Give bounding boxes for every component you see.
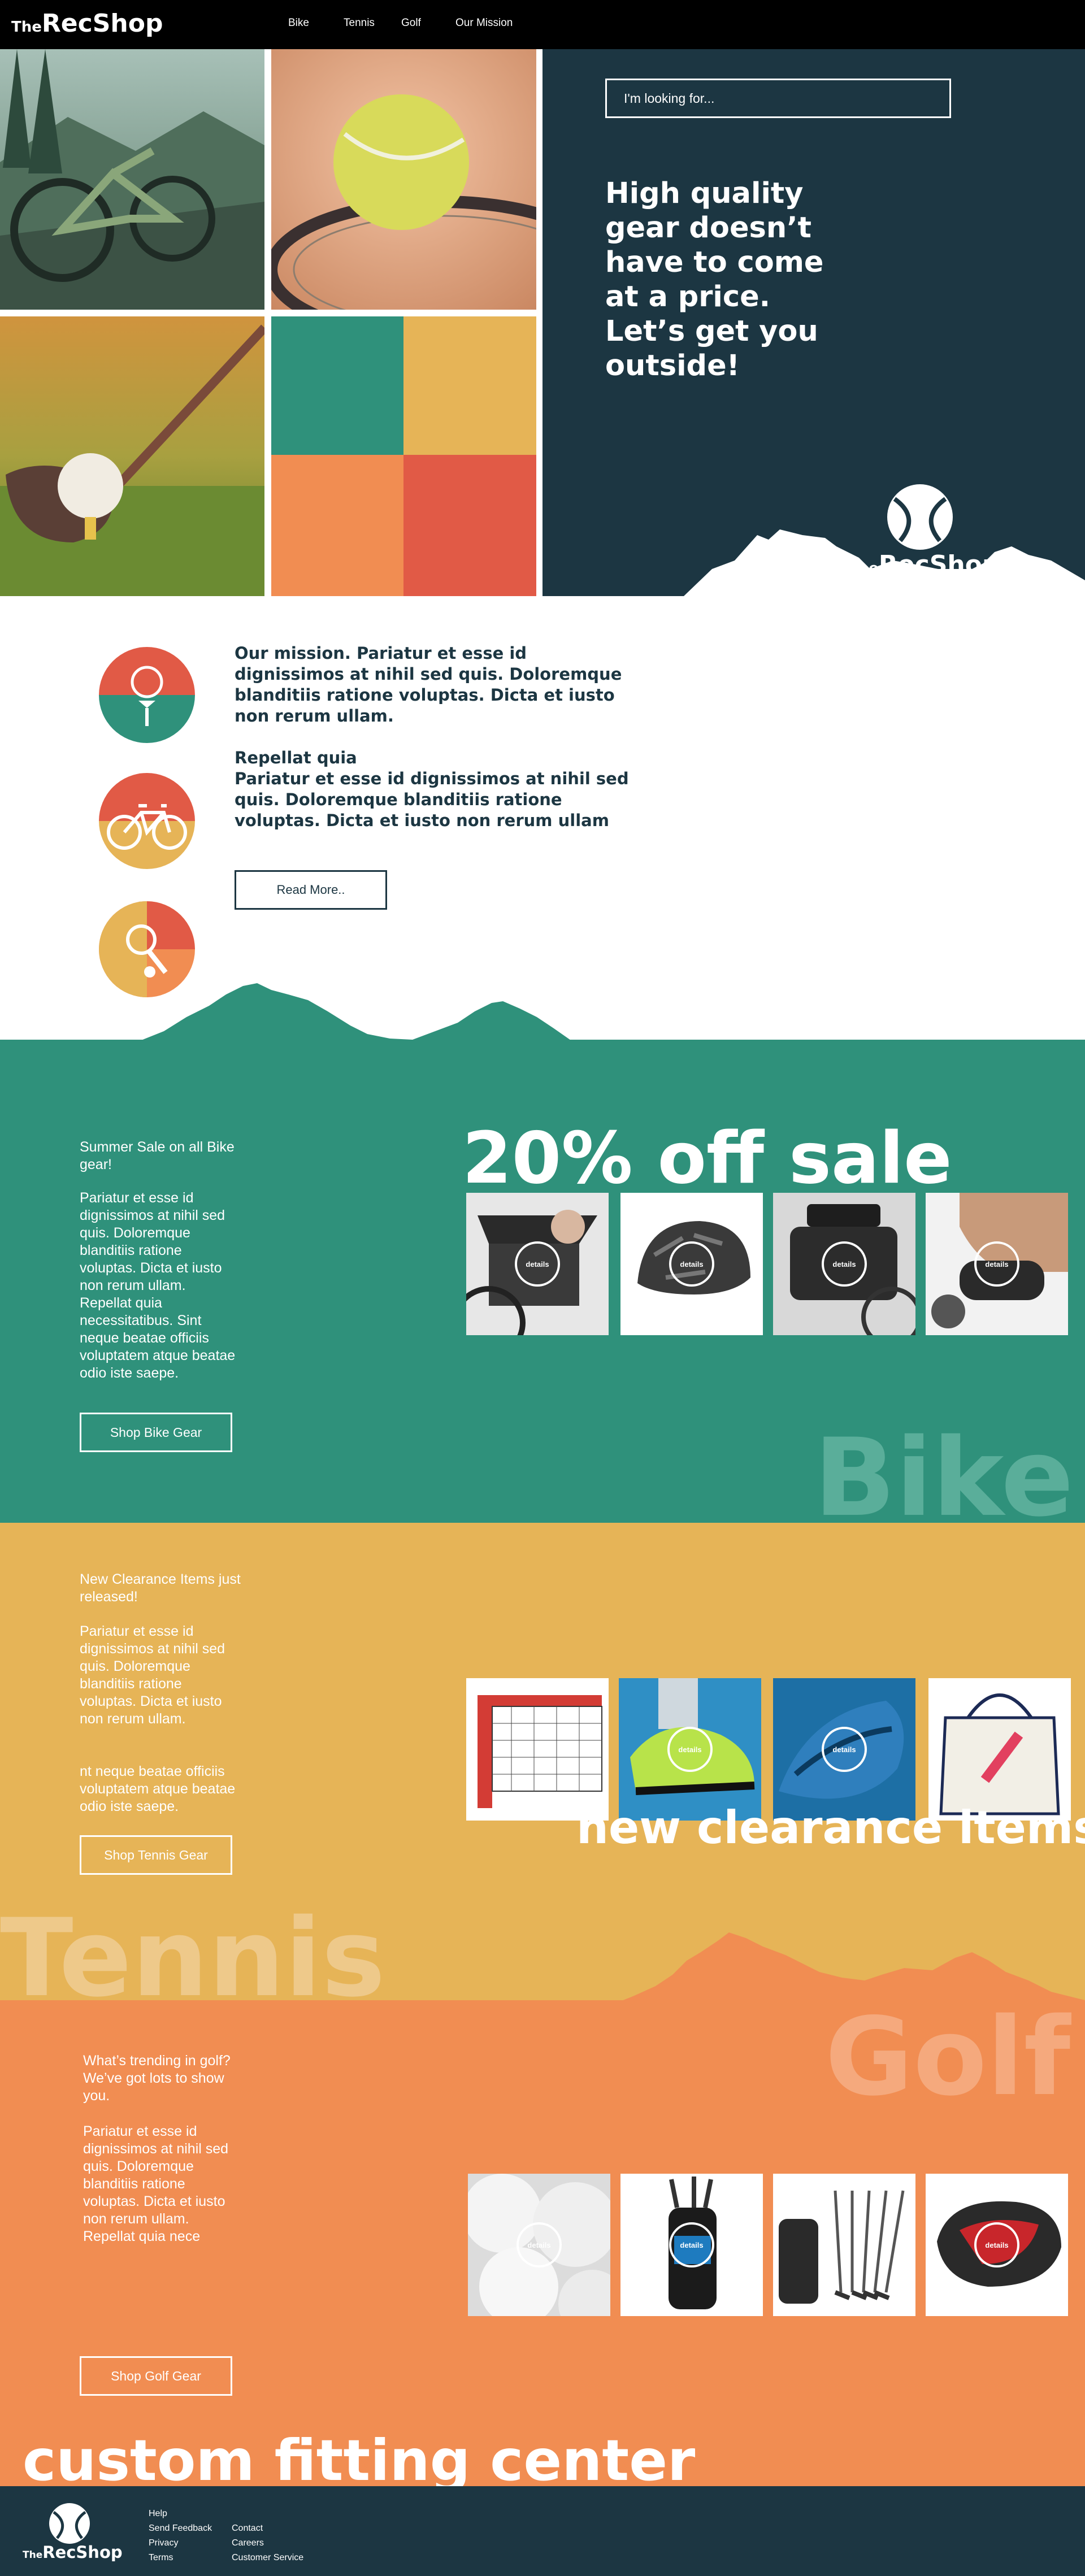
footer-brand-logo[interactable]: TheRecShop xyxy=(23,2543,123,2562)
details-button[interactable]: details xyxy=(822,1241,867,1287)
search-input[interactable] xyxy=(605,79,951,118)
top-nav: TheRecShop Bike Tennis Golf Our Mission xyxy=(0,0,1085,49)
golf-body: Pariatur et esse id dignissimos at nihil… xyxy=(83,2123,229,2244)
footer-tennis-ball-logo-icon xyxy=(49,2503,90,2544)
footer-link-careers[interactable]: Careers xyxy=(232,2536,303,2551)
hero-color-block-red xyxy=(403,455,536,596)
details-button[interactable]: details xyxy=(669,1241,714,1287)
hero-color-block-orange xyxy=(271,455,403,596)
footer: TheRecShop Help Send Feedback Privacy Te… xyxy=(0,2486,1085,2576)
bike-section: Bike Summer Sale on all Bike gear! Paria… xyxy=(0,1040,1085,1523)
hero-image-tennis-ball xyxy=(271,49,536,310)
tennis-clearance-headline: new clearance items xyxy=(576,1801,1085,1854)
footer-brand-the: The xyxy=(23,2549,43,2561)
details-button[interactable]: details xyxy=(974,1241,1019,1287)
golf-section: Golf What’s trending in golf? We’ve got … xyxy=(0,2000,1085,2486)
mountain-silhouette-icon xyxy=(542,529,1085,596)
tennis-intro: New Clearance Items just released! xyxy=(80,1571,241,1605)
nav-link-bike[interactable]: Bike xyxy=(288,17,309,29)
details-button[interactable]: details xyxy=(517,2222,562,2267)
footer-link-terms[interactable]: Terms xyxy=(149,2551,212,2565)
footer-links-column-2: Contact Careers Customer Service xyxy=(232,2521,303,2565)
bike-intro: Summer Sale on all Bike gear! xyxy=(80,1139,235,1172)
golf-intro: What’s trending in golf? We’ve got lots … xyxy=(83,2053,231,2104)
bike-category-icon[interactable] xyxy=(99,773,195,869)
hero-image-golf-ball xyxy=(0,316,264,596)
hero-headline: High quality gear doesn’t have to come a… xyxy=(605,177,824,383)
brand-the: The xyxy=(11,19,42,36)
bike-sale-headline: 20% off sale xyxy=(462,1117,952,1200)
brand-recshop: RecShop xyxy=(41,9,163,38)
hero-image-mountain-bike xyxy=(0,49,264,310)
hero-brand-the: The xyxy=(848,560,879,577)
tennis-ball-logo-icon xyxy=(887,484,953,550)
product-bike-phone-mount[interactable]: details xyxy=(926,1193,1068,1335)
product-tennis-racquet-bag[interactable]: details xyxy=(773,1678,915,1821)
details-button[interactable]: details xyxy=(822,1727,867,1772)
shop-golf-gear-button[interactable]: Shop Golf Gear xyxy=(80,2356,232,2396)
product-bike-rack-bag[interactable]: details xyxy=(773,1193,915,1335)
nav-link-golf[interactable]: Golf xyxy=(401,17,421,29)
footer-brand-recshop: RecShop xyxy=(42,2543,123,2562)
hero-color-block-teal xyxy=(271,316,403,455)
shop-tennis-gear-button[interactable]: Shop Tennis Gear xyxy=(80,1835,232,1875)
tennis-body-2: nt neque beatae officiis voluptatem atqu… xyxy=(80,1763,236,1814)
mission-subtitle: Repellat quia xyxy=(235,748,357,767)
hero-panel: High quality gear doesn’t have to come a… xyxy=(542,49,1085,596)
mission-paragraph-2: Pariatur et esse id dignissimos at nihil… xyxy=(235,769,629,830)
footer-link-customer-service[interactable]: Customer Service xyxy=(232,2551,303,2565)
tennis-section: New Clearance Items just released! Paria… xyxy=(0,1523,1085,2009)
nav-link-our-mission[interactable]: Our Mission xyxy=(455,17,513,29)
mission-paragraph: Our mission. Pariatur et esse id digniss… xyxy=(235,644,622,726)
footer-link-privacy[interactable]: Privacy xyxy=(149,2536,212,2551)
product-golf-club-set[interactable] xyxy=(773,2174,915,2316)
shop-bike-gear-button[interactable]: Shop Bike Gear xyxy=(80,1413,232,1452)
details-button[interactable]: details xyxy=(667,1727,713,1772)
details-button[interactable]: details xyxy=(515,1241,560,1287)
product-tennis-tote-bag[interactable] xyxy=(928,1678,1071,1821)
footer-link-help[interactable]: Help xyxy=(149,2507,212,2521)
details-button[interactable]: details xyxy=(669,2222,714,2267)
product-bike-helmet[interactable]: details xyxy=(620,1193,763,1335)
details-button[interactable]: details xyxy=(974,2222,1019,2267)
nav-link-tennis[interactable]: Tennis xyxy=(344,17,375,29)
golf-watermark: Golf xyxy=(825,2000,1071,2119)
product-golf-bag[interactable]: details xyxy=(620,2174,763,2316)
product-golf-driver[interactable]: details xyxy=(926,2174,1068,2316)
golf-fitting-headline: custom fitting center xyxy=(23,2427,696,2487)
golf-category-icon[interactable] xyxy=(99,647,195,743)
tennis-body: Pariatur et esse id dignissimos at nihil… xyxy=(80,1623,225,1727)
read-more-button[interactable]: Read More.. xyxy=(235,870,387,910)
hero-color-block-mustard xyxy=(403,316,536,455)
bike-watermark: Bike xyxy=(814,1415,1074,1523)
footer-link-send-feedback[interactable]: Send Feedback xyxy=(149,2521,212,2536)
mission-text: Our mission. Pariatur et esse id digniss… xyxy=(235,643,630,831)
teal-mountain-silhouette xyxy=(141,983,571,1040)
product-tennis-net[interactable] xyxy=(466,1678,609,1821)
footer-link-contact[interactable]: Contact xyxy=(232,2521,303,2536)
product-golf-balls[interactable]: details xyxy=(468,2174,610,2316)
product-tennis-shoes[interactable]: details xyxy=(619,1678,761,1821)
product-bike-frame-bag[interactable]: details xyxy=(466,1193,609,1335)
bike-body: Pariatur et esse id dignissimos at nihil… xyxy=(80,1190,236,1381)
orange-mountain-silhouette xyxy=(599,1932,1085,2009)
footer-links-column-1: Help Send Feedback Privacy Terms xyxy=(149,2507,212,2565)
hero-brand-logo: TheRecShop xyxy=(848,550,1000,579)
hero-brand-recshop: RecShop xyxy=(878,550,1000,579)
brand-logo[interactable]: TheRecShop xyxy=(11,9,163,38)
